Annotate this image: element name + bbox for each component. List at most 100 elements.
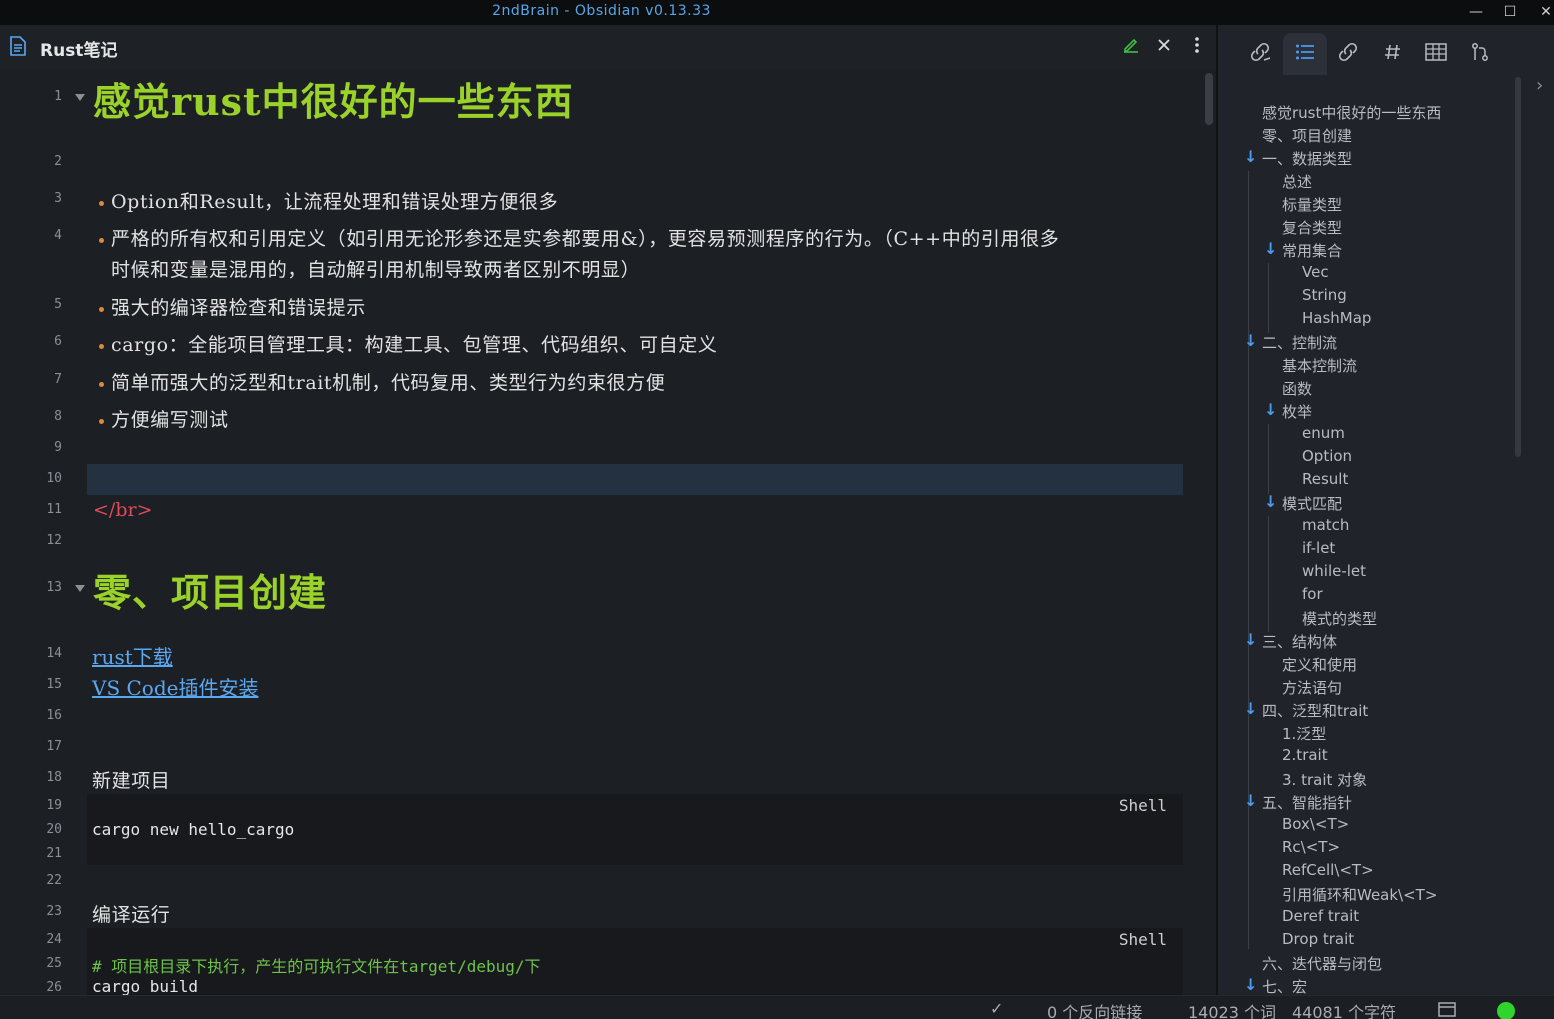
chevron-right-icon[interactable]: ›	[1536, 75, 1543, 96]
close-icon	[1156, 37, 1172, 57]
outline-item[interactable]: 六、迭代器与闭包	[1262, 953, 1382, 974]
outline-item[interactable]: enum	[1302, 424, 1345, 442]
outline-item[interactable]: 感觉rust中很好的一些东西	[1262, 102, 1441, 123]
outline-item[interactable]: 模式的类型	[1302, 608, 1377, 629]
list-item: 简单而强大的泛型和trait机制，代码复用、类型行为约束很方便	[111, 372, 666, 394]
sync-check-icon[interactable]: ✓	[990, 999, 1003, 1018]
outline-item[interactable]: 零、项目创建	[1262, 125, 1352, 146]
calendar-icon[interactable]	[1438, 1001, 1456, 1019]
close-window-button[interactable]: ✕	[1528, 2, 1554, 22]
list-item: 严格的所有权和引用定义（如引用无论形参还是实参都要用&），更容易预测程序的行为。…	[111, 228, 1060, 250]
outline-item[interactable]: 方法语句	[1282, 677, 1342, 698]
line-number: 11	[46, 502, 62, 517]
tab-outgoing-links[interactable]	[1327, 33, 1371, 75]
active-line-highlight[interactable]	[87, 464, 1183, 495]
document-icon	[9, 36, 27, 60]
outline-item[interactable]: 定义和使用	[1282, 654, 1357, 675]
close-pane-button[interactable]	[1152, 35, 1176, 59]
status-bar: ✓ 0 个反向链接 14023 个词 44081 个字符	[0, 995, 1554, 1019]
line-number: 10	[46, 471, 62, 486]
maximize-button[interactable]: ☐	[1492, 2, 1528, 22]
minimize-button[interactable]: —	[1458, 2, 1494, 22]
bullet-icon	[99, 382, 104, 387]
collapse-arrow-icon[interactable]: ↓	[1244, 791, 1257, 810]
line-number: 16	[46, 708, 62, 723]
outline-item[interactable]: 三、结构体	[1262, 631, 1337, 652]
edit-mode-button[interactable]	[1119, 35, 1143, 59]
code-line: cargo build	[92, 977, 198, 995]
line-number: 9	[54, 440, 62, 455]
collapse-arrow-icon[interactable]: ↓	[1244, 331, 1257, 350]
collapse-arrow-icon[interactable]: ↓	[1264, 239, 1277, 258]
outline-item[interactable]: Box\<T>	[1282, 815, 1349, 833]
tab-git[interactable]	[1458, 33, 1502, 75]
outline-item[interactable]: HashMap	[1302, 309, 1371, 327]
fold-arrow-icon[interactable]	[75, 585, 85, 592]
outline-item[interactable]: 模式匹配	[1282, 493, 1342, 514]
sync-status-icon[interactable]	[1497, 1002, 1515, 1019]
tab-backlinks[interactable]	[1239, 33, 1283, 75]
backlinks-count[interactable]: 0 个反向链接	[1047, 999, 1142, 1019]
outline-item[interactable]: Deref trait	[1282, 907, 1359, 925]
link-vscode-plugin[interactable]: VS Code插件安装	[92, 672, 258, 701]
outline-item[interactable]: 2.trait	[1282, 746, 1328, 764]
line-number: 14	[46, 646, 62, 661]
outline-item[interactable]: 总述	[1282, 171, 1312, 192]
code-block[interactable]: Shell # 项目根目录下执行，产生的可执行文件在target/debug/下…	[87, 928, 1183, 995]
outline-item[interactable]: 1.泛型	[1282, 723, 1326, 744]
more-options-button[interactable]	[1185, 35, 1209, 59]
outline-item[interactable]: String	[1302, 286, 1347, 304]
outline-item[interactable]: 标量类型	[1282, 194, 1342, 215]
list-item: 强大的编译器检查和错误提示	[111, 297, 366, 319]
link-icon	[1338, 42, 1360, 66]
outline-item[interactable]: 一、数据类型	[1262, 148, 1352, 169]
tab-tags[interactable]	[1371, 33, 1415, 75]
editor-scrollbar[interactable]	[1205, 73, 1213, 125]
collapse-arrow-icon[interactable]: ↓	[1264, 400, 1277, 419]
tab-outline[interactable]	[1283, 33, 1327, 75]
outline-item[interactable]: 五、智能指针	[1262, 792, 1352, 813]
bullet-icon	[99, 307, 104, 312]
collapse-arrow-icon[interactable]: ↓	[1244, 630, 1257, 649]
outline-item[interactable]: 引用循环和Weak\<T>	[1282, 884, 1437, 905]
outline-scrollbar[interactable]	[1515, 77, 1521, 457]
line-number: 26	[46, 980, 62, 995]
note-title[interactable]: Rust笔记	[40, 36, 117, 61]
outline-item[interactable]: Vec	[1302, 263, 1329, 281]
outline-item[interactable]: Rc\<T>	[1282, 838, 1340, 856]
outline-item[interactable]: 基本控制流	[1282, 355, 1357, 376]
outline-item[interactable]: Drop trait	[1282, 930, 1354, 948]
code-comment: # 项目根目录下执行，产生的可执行文件在target/debug/下	[92, 957, 541, 976]
heading-1: 感觉rust中很好的一些东西	[93, 79, 574, 124]
html-tag: </br>	[93, 499, 153, 521]
outline-item[interactable]: 常用集合	[1282, 240, 1342, 261]
collapse-arrow-icon[interactable]: ↓	[1244, 147, 1257, 166]
collapse-arrow-icon[interactable]: ↓	[1244, 699, 1257, 718]
outline-item[interactable]: Result	[1302, 470, 1348, 488]
outline-item[interactable]: 函数	[1282, 378, 1312, 399]
outline-item[interactable]: Option	[1302, 447, 1352, 465]
code-block[interactable]: Shell cargo new hello_cargo	[87, 794, 1183, 865]
outline-item[interactable]: 复合类型	[1282, 217, 1342, 238]
collapse-arrow-icon[interactable]: ↓	[1264, 492, 1277, 511]
outline-item[interactable]: while-let	[1302, 562, 1366, 580]
outline-item[interactable]: 七、宏	[1262, 976, 1307, 995]
window-titlebar: 2ndBrain - Obsidian v0.13.33 — ☐ ✕	[0, 0, 1554, 25]
outline-item[interactable]: match	[1302, 516, 1349, 534]
backlinks-icon	[1250, 42, 1272, 66]
outline-item[interactable]: RefCell\<T>	[1282, 861, 1374, 879]
outline-item[interactable]: 四、泛型和trait	[1262, 700, 1368, 721]
tab-table[interactable]	[1414, 33, 1458, 75]
fold-arrow-icon[interactable]	[75, 94, 85, 101]
outline-item[interactable]: if-let	[1302, 539, 1335, 557]
bullet-icon	[99, 238, 104, 243]
outline-item[interactable]: 3. trait 对象	[1282, 769, 1367, 790]
outline-item[interactable]: 二、控制流	[1262, 332, 1337, 353]
right-sidebar: › 感觉rust中很好的一些东西 零、项目创建 ↓ 一、数据类型 总述 标量类型 复合类型 ↓…	[1218, 25, 1554, 995]
pencil-icon	[1122, 36, 1140, 58]
link-rust-download[interactable]: rust下载	[92, 641, 173, 670]
outline-item[interactable]: for	[1302, 585, 1323, 603]
line-number: 22	[46, 873, 62, 888]
collapse-arrow-icon[interactable]: ↓	[1244, 975, 1257, 994]
outline-item[interactable]: 枚举	[1282, 401, 1312, 422]
